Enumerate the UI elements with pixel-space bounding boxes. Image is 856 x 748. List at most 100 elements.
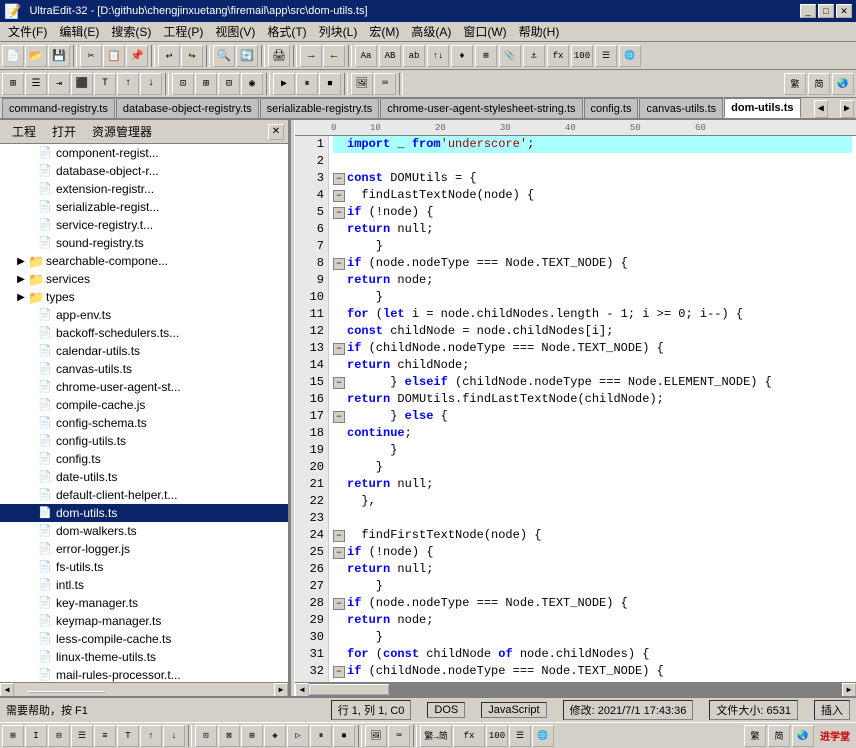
- menu-item-E[interactable]: 编辑(E): [53, 22, 105, 41]
- tb2-btn-16[interactable]: ⌨: [374, 73, 396, 95]
- code-line-5[interactable]: − if (!node) {: [333, 204, 852, 221]
- tb-btn-2[interactable]: AB: [379, 45, 401, 67]
- code-line-24[interactable]: − findFirstTextNode(node) {: [333, 527, 852, 544]
- tab-serializable-registry-ts[interactable]: serializable-registry.ts: [260, 98, 380, 118]
- undo-button[interactable]: ↩: [158, 45, 180, 67]
- tree-item-23[interactable]: 📄fs-utils.ts: [0, 558, 288, 576]
- tb2-btn-9[interactable]: ⊞: [195, 73, 217, 95]
- tree-item-25[interactable]: 📄key-manager.ts: [0, 594, 288, 612]
- menu-item-L[interactable]: 列块(L): [313, 22, 364, 41]
- sidebar-scrollbar-h[interactable]: ◀ ▶: [0, 682, 288, 696]
- tb2-btn-8[interactable]: ⊡: [172, 73, 194, 95]
- tree-item-2[interactable]: 📄extension-registr...: [0, 180, 288, 198]
- bt-btn-18[interactable]: 繁→简: [420, 725, 452, 747]
- fold-button-28[interactable]: −: [333, 598, 345, 610]
- scroll-left-button[interactable]: ◀: [0, 683, 14, 697]
- tree-item-15[interactable]: 📄config-schema.ts: [0, 414, 288, 432]
- tb2-btn-4[interactable]: ⬛: [71, 73, 93, 95]
- menu-item-W[interactable]: 窗口(W): [457, 22, 512, 41]
- fold-button-3[interactable]: −: [333, 173, 345, 185]
- menu-item-V[interactable]: 视图(V): [209, 22, 261, 41]
- code-line-16[interactable]: return DOMUtils.findLastTextNode(childNo…: [333, 391, 852, 408]
- tb2-right-2[interactable]: 简: [808, 73, 830, 95]
- code-line-31[interactable]: for (const childNode of node.childNodes)…: [333, 646, 852, 663]
- editor-scroll-track[interactable]: [309, 683, 842, 696]
- menu-item-A[interactable]: 高级(A): [405, 22, 457, 41]
- bt-btn-6[interactable]: T: [117, 725, 139, 747]
- tree-item-16[interactable]: 📄config-utils.ts: [0, 432, 288, 450]
- bt-btn-5[interactable]: ≡: [94, 725, 116, 747]
- code-line-13[interactable]: − if (childNode.nodeType === Node.TEXT_N…: [333, 340, 852, 357]
- bt-btn-3[interactable]: ⊟: [48, 725, 70, 747]
- bt-btn-22[interactable]: 🌐: [532, 725, 554, 747]
- code-line-7[interactable]: }: [333, 238, 852, 255]
- tree-item-10[interactable]: 📄backoff-schedulers.ts...: [0, 324, 288, 342]
- tb2-right-3[interactable]: 🌏: [832, 73, 854, 95]
- tree-item-9[interactable]: 📄app-env.ts: [0, 306, 288, 324]
- fold-button-4[interactable]: −: [333, 190, 345, 202]
- bt-btn-16[interactable]: 🖼: [365, 725, 387, 747]
- code-line-10[interactable]: }: [333, 289, 852, 306]
- tab-nav-right[interactable]: ▶: [840, 100, 854, 118]
- fold-button-32[interactable]: −: [333, 666, 345, 678]
- tab-nav-left[interactable]: ◀: [814, 100, 828, 118]
- tree-item-24[interactable]: 📄intl.ts: [0, 576, 288, 594]
- replace-button[interactable]: 🔄: [236, 45, 258, 67]
- fold-button-25[interactable]: −: [333, 547, 345, 559]
- tree-item-6[interactable]: ▶📁searchable-compone...: [0, 252, 288, 270]
- code-line-8[interactable]: − if (node.nodeType === Node.TEXT_NODE) …: [333, 255, 852, 272]
- fold-button-8[interactable]: −: [333, 258, 345, 270]
- tree-item-18[interactable]: 📄date-utils.ts: [0, 468, 288, 486]
- bt-btn-7[interactable]: ↑: [140, 725, 162, 747]
- code-line-2[interactable]: [333, 153, 852, 170]
- sidebar-tab-0[interactable]: 工程: [4, 122, 44, 141]
- tree-item-1[interactable]: 📄database-object-r...: [0, 162, 288, 180]
- code-line-27[interactable]: }: [333, 578, 852, 595]
- tb2-btn-14[interactable]: ⏹: [319, 73, 341, 95]
- bt-btn-21[interactable]: ☰: [509, 725, 531, 747]
- sidebar-tab-1[interactable]: 打开: [44, 122, 84, 141]
- tree-expand-icon[interactable]: ▶: [14, 290, 28, 304]
- tb-btn-6[interactable]: ⊞: [475, 45, 497, 67]
- tb-btn-4[interactable]: ↑↓: [427, 45, 449, 67]
- tb2-btn-5[interactable]: T: [94, 73, 116, 95]
- tree-item-29[interactable]: 📄mail-rules-processor.t...: [0, 666, 288, 682]
- bt-btn-12[interactable]: ◈: [264, 725, 286, 747]
- editor-scroll-left[interactable]: ◀: [295, 683, 309, 696]
- tb2-btn-13[interactable]: ⏸: [296, 73, 318, 95]
- bt-btn-14[interactable]: ⏸: [310, 725, 332, 747]
- editor-scrollbar-h[interactable]: ◀ ▶: [295, 682, 856, 696]
- cut-button[interactable]: ✂: [80, 45, 102, 67]
- tree-item-4[interactable]: 📄service-registry.t...: [0, 216, 288, 234]
- bt-btn-19[interactable]: fx: [453, 725, 485, 747]
- tb-btn-10[interactable]: 100: [571, 45, 593, 67]
- print-button[interactable]: 🖨: [268, 45, 290, 67]
- copy-button[interactable]: 📋: [103, 45, 125, 67]
- bt-right-1[interactable]: 繁: [744, 725, 766, 747]
- bt-btn-13[interactable]: ▷: [287, 725, 309, 747]
- menu-item-P[interactable]: 工程(P): [157, 22, 209, 41]
- fold-button-17[interactable]: −: [333, 411, 345, 423]
- bt-btn-10[interactable]: ⊠: [218, 725, 240, 747]
- tb2-btn-6[interactable]: ↑: [117, 73, 139, 95]
- menu-item-F[interactable]: 文件(F): [2, 22, 53, 41]
- fold-button-5[interactable]: −: [333, 207, 345, 219]
- tree-item-0[interactable]: 📄component-regist...: [0, 144, 288, 162]
- code-line-1[interactable]: import _ from 'underscore';: [333, 136, 852, 153]
- bt-right-2[interactable]: 简: [768, 725, 790, 747]
- file-tree[interactable]: 📄component-regist... 📄database-object-r.…: [0, 144, 288, 682]
- bt-btn-9[interactable]: ⊡: [195, 725, 217, 747]
- tree-item-8[interactable]: ▶📁types: [0, 288, 288, 306]
- tree-item-19[interactable]: 📄default-client-helper.t...: [0, 486, 288, 504]
- tree-item-13[interactable]: 📄chrome-user-agent-st...: [0, 378, 288, 396]
- bt-btn-2[interactable]: I: [25, 725, 47, 747]
- bt-btn-15[interactable]: ⏹: [333, 725, 355, 747]
- code-editor[interactable]: import _ from 'underscore'; −const DOMUt…: [329, 136, 856, 682]
- menu-item-H[interactable]: 帮助(H): [513, 22, 566, 41]
- close-button[interactable]: ✕: [836, 4, 852, 18]
- tb2-btn-7[interactable]: ↓: [140, 73, 162, 95]
- tree-expand-icon[interactable]: ▶: [14, 272, 28, 286]
- sidebar-tab-2[interactable]: 资源管理器: [84, 122, 160, 141]
- code-line-14[interactable]: return childNode;: [333, 357, 852, 374]
- tree-item-27[interactable]: 📄less-compile-cache.ts: [0, 630, 288, 648]
